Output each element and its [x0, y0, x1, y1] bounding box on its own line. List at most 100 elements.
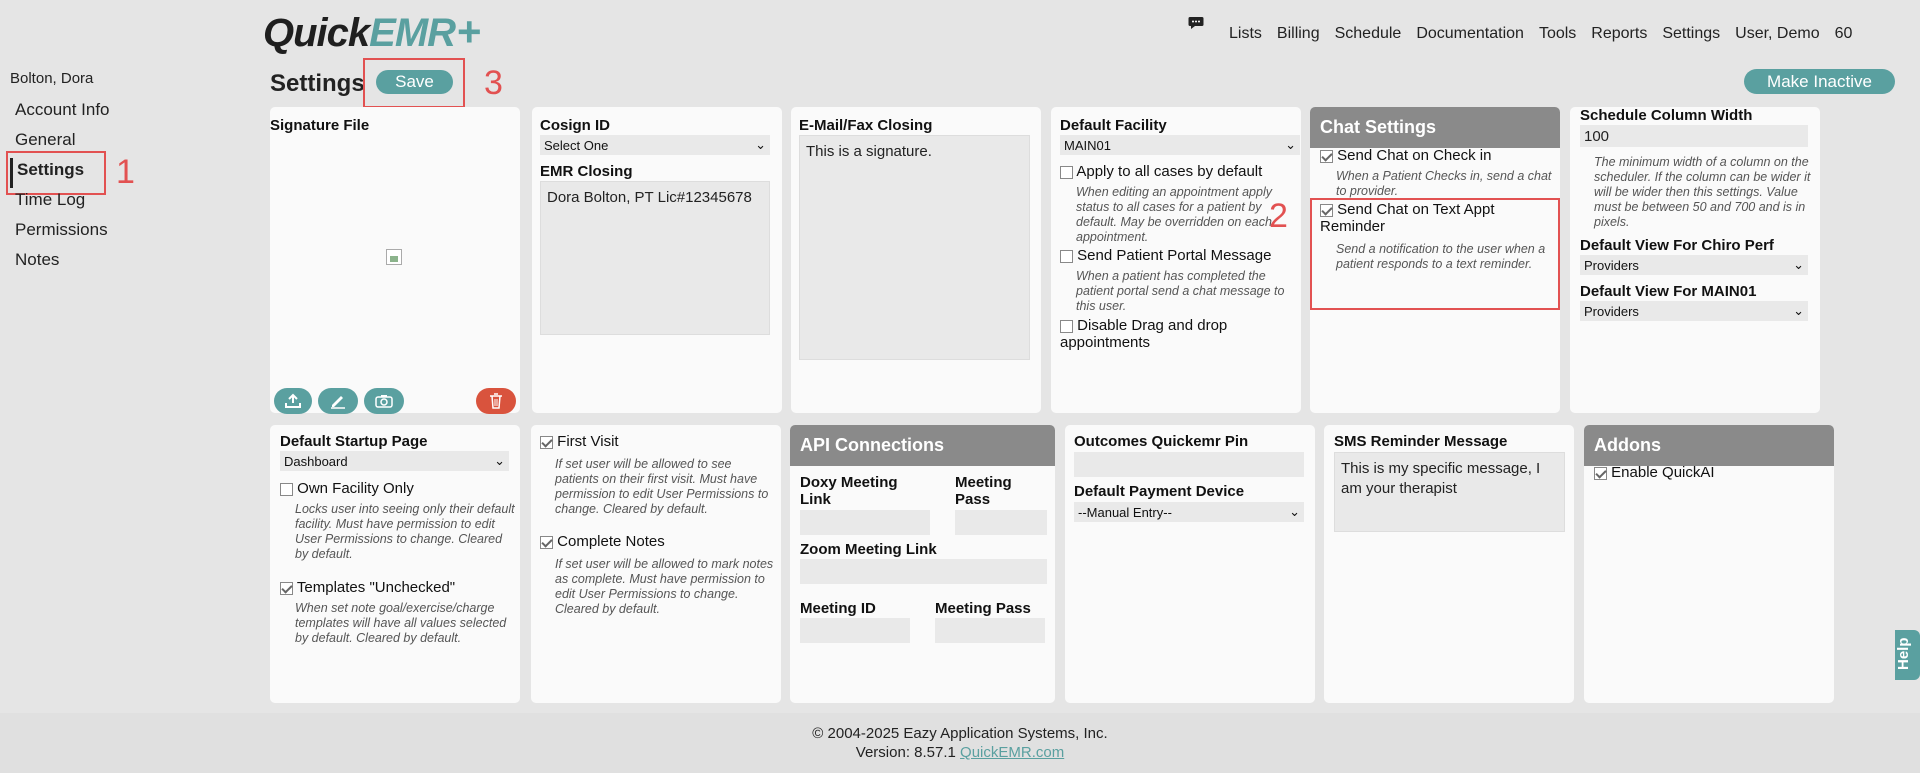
cosign-card: Cosign ID Select One ⌄ EMR Closing Dora B… [532, 107, 782, 413]
disable-drag-label: Disable Drag and drop appointments [1060, 317, 1228, 352]
zoom-link-label: Zoom Meeting Link [800, 541, 937, 558]
sidebar-item-permissions[interactable]: Permissions [15, 220, 108, 240]
doxy-link-input[interactable] [800, 510, 930, 535]
own-facility-label: Own Facility Only [297, 480, 414, 497]
portal-message-row[interactable]: Send Patient Portal Message [1060, 247, 1271, 264]
chiro-view-select[interactable]: Providers ⌄ [1580, 255, 1808, 275]
annotation-number-3: 3 [484, 64, 503, 102]
templates-checkbox[interactable] [280, 581, 293, 595]
chat-checkin-label: Send Chat on Check in [1337, 147, 1492, 164]
disable-drag-row[interactable]: Disable Drag and drop appointments [1060, 317, 1300, 352]
first-visit-row[interactable]: First Visit [540, 433, 619, 450]
schedule-width-input[interactable]: 100 [1580, 125, 1808, 147]
trash-icon [490, 393, 502, 409]
quickai-checkbox[interactable] [1594, 466, 1607, 480]
logo-emr-text: EMR [369, 11, 456, 55]
annotation-number-1: 1 [116, 153, 135, 191]
nav-user[interactable]: User, Demo [1735, 25, 1819, 43]
nav-billing[interactable]: Billing [1277, 25, 1320, 43]
sidebar-item-general[interactable]: General [15, 130, 75, 150]
meeting-id-label: Meeting ID [800, 600, 876, 617]
chat-reminder-checkbox[interactable] [1320, 203, 1333, 217]
chat-icon[interactable] [1188, 16, 1204, 30]
sms-reminder-label: SMS Reminder Message [1334, 433, 1508, 450]
own-facility-row[interactable]: Own Facility Only [280, 480, 414, 497]
help-tab[interactable]: Help [1895, 630, 1920, 680]
sidebar-item-time-log[interactable]: Time Log [15, 190, 85, 210]
chat-settings-card: Chat Settings Send Chat on Check in When… [1310, 107, 1560, 413]
default-facility-value: MAIN01 [1064, 137, 1111, 153]
chat-checkin-note: When a Patient Checks in, send a chat to… [1336, 169, 1552, 198]
portal-message-note: When a patient has completed the patient… [1076, 269, 1285, 313]
quickemr-logo[interactable]: QuickEMR+ [263, 8, 482, 56]
sidebar-item-account-info[interactable]: Account Info [15, 100, 110, 120]
nav-schedule[interactable]: Schedule [1335, 25, 1402, 43]
zoom-link-input[interactable] [800, 559, 1047, 584]
camera-button[interactable] [364, 388, 404, 414]
nav-tools[interactable]: Tools [1539, 25, 1576, 43]
main-view-label: Default View For MAIN01 [1580, 283, 1757, 300]
portal-message-label: Send Patient Portal Message [1077, 247, 1272, 264]
chiro-view-label: Default View For Chiro Perf [1580, 237, 1774, 254]
footer-version-line: Version: 8.57.1 QuickEMR.com [0, 744, 1920, 763]
nav-settings[interactable]: Settings [1662, 25, 1720, 43]
outcomes-card: Outcomes Quickemr Pin Default Payment De… [1065, 425, 1315, 703]
disable-drag-checkbox[interactable] [1060, 319, 1073, 333]
cosign-id-value: Select One [544, 137, 609, 153]
templates-row[interactable]: Templates "Unchecked" [280, 579, 455, 596]
nav-lists[interactable]: Lists [1229, 25, 1262, 43]
first-visit-checkbox[interactable] [540, 435, 553, 449]
payment-device-select[interactable]: --Manual Entry-- ⌄ [1074, 502, 1304, 522]
chevron-down-icon: ⌄ [755, 137, 766, 152]
logo-quick-text: Quick [263, 11, 370, 55]
sign-button[interactable] [318, 388, 358, 414]
page-title: Settings [270, 70, 365, 97]
cosign-id-select[interactable]: Select One ⌄ [540, 135, 770, 155]
complete-notes-checkbox[interactable] [540, 535, 553, 549]
own-facility-checkbox[interactable] [280, 482, 293, 496]
meeting-pass2-input[interactable] [935, 618, 1045, 643]
chat-checkin-row[interactable]: Send Chat on Check in [1320, 147, 1491, 164]
portal-message-checkbox[interactable] [1060, 249, 1073, 263]
save-button[interactable]: Save [376, 70, 453, 94]
templates-label: Templates "Unchecked" [296, 579, 456, 596]
chiro-view-value: Providers [1584, 257, 1639, 273]
apply-all-cases-checkbox[interactable] [1060, 165, 1073, 179]
meeting-pass-input[interactable] [955, 510, 1047, 535]
sidebar-item-notes[interactable]: Notes [15, 250, 59, 270]
meeting-id-input[interactable] [800, 618, 910, 643]
main-view-value: Providers [1584, 303, 1639, 319]
startup-page-select[interactable]: Dashboard ⌄ [280, 451, 509, 471]
api-heading: API Connections [790, 425, 1055, 466]
outcomes-pin-label: Outcomes Quickemr Pin [1074, 433, 1249, 450]
pen-icon [331, 396, 345, 409]
complete-notes-note: If set user will be allowed to mark note… [555, 557, 774, 616]
outcomes-pin-input[interactable] [1074, 452, 1304, 477]
chat-reminder-label: Send Chat on Text Appt Reminder [1320, 201, 1495, 236]
chevron-down-icon: ⌄ [1289, 504, 1300, 519]
chevron-down-icon: ⌄ [1793, 257, 1804, 272]
facility-card: Default Facility MAIN01 ⌄ Apply to all ca… [1051, 107, 1301, 413]
annotation-number-2: 2 [1269, 197, 1288, 235]
upload-button[interactable] [274, 388, 312, 414]
schedule-width-label: Schedule Column Width [1580, 107, 1753, 124]
make-inactive-button[interactable]: Make Inactive [1744, 69, 1895, 94]
email-closing-textarea[interactable]: This is a signature. [799, 135, 1030, 360]
sms-reminder-textarea[interactable]: This is my specific message, I am your t… [1334, 452, 1565, 532]
emr-closing-textarea[interactable]: Dora Bolton, PT Lic#12345678 [540, 181, 770, 335]
complete-notes-row[interactable]: Complete Notes [540, 533, 665, 550]
chat-checkin-checkbox[interactable] [1320, 149, 1333, 163]
delete-button[interactable] [476, 388, 516, 414]
chat-reminder-row[interactable]: Send Chat on Text Appt Reminder [1320, 201, 1530, 236]
nav-reports[interactable]: Reports [1591, 25, 1647, 43]
apply-all-cases-row[interactable]: Apply to all cases by default [1060, 163, 1262, 180]
main-view-select[interactable]: Providers ⌄ [1580, 301, 1808, 321]
default-facility-select[interactable]: MAIN01 ⌄ [1060, 135, 1300, 155]
email-closing-label: E-Mail/Fax Closing [799, 117, 933, 134]
nav-documentation[interactable]: Documentation [1416, 25, 1524, 43]
camera-icon [375, 395, 393, 408]
sidebar-item-settings[interactable]: Settings [17, 160, 84, 180]
footer-link[interactable]: QuickEMR.com [960, 744, 1064, 761]
quickai-row[interactable]: Enable QuickAI [1594, 464, 1715, 481]
patient-name: Bolton, Dora [10, 70, 94, 87]
